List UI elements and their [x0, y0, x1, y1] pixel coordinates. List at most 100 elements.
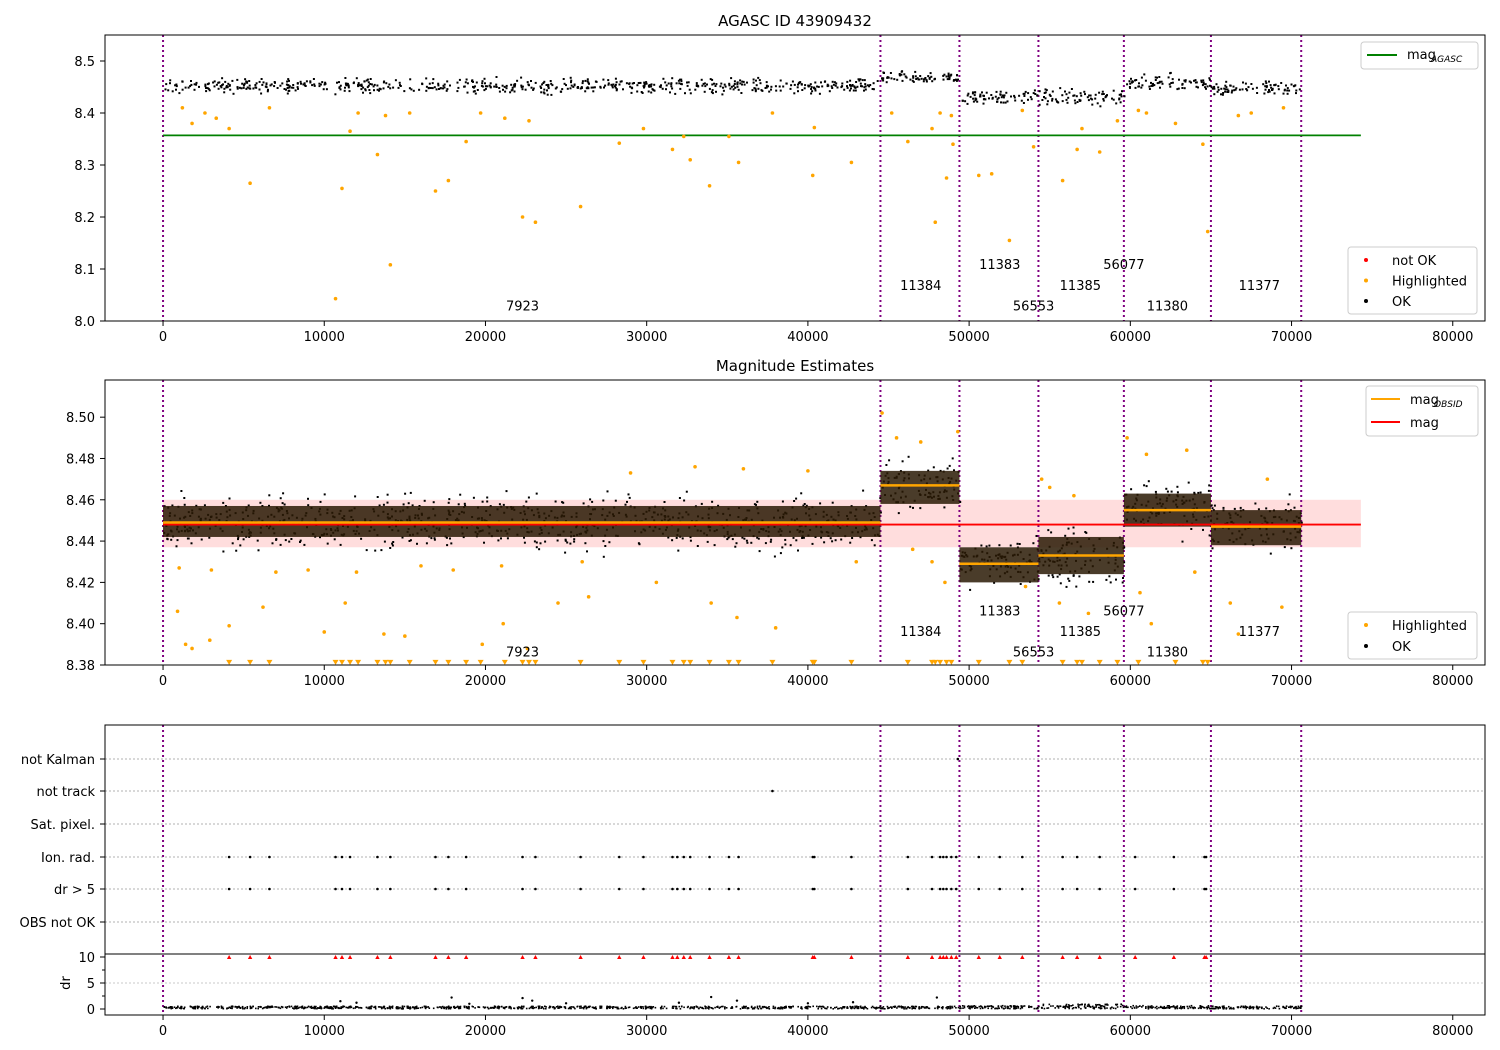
- flag-point: [945, 887, 948, 891]
- ok-point: [730, 85, 733, 88]
- dr-point: [805, 1007, 808, 1010]
- ok-point: [222, 501, 225, 504]
- dr-point: [189, 1005, 192, 1008]
- dr-point: [498, 1005, 500, 1008]
- dr-clipped-marker: [736, 955, 741, 959]
- ok-point: [213, 85, 216, 88]
- ok-point: [893, 78, 896, 81]
- dr-axis-label: dr: [59, 976, 74, 990]
- ok-point: [190, 542, 193, 545]
- highlighted-point: [628, 471, 633, 475]
- ok-point: [449, 84, 451, 87]
- ok-point: [746, 541, 749, 544]
- obsid-label: 56077: [1103, 604, 1144, 619]
- ok-point: [1269, 84, 1272, 87]
- flag-point: [942, 887, 945, 891]
- dr-point: [205, 1006, 207, 1008]
- dr-point: [552, 1006, 554, 1009]
- highlighted-point: [1193, 570, 1197, 574]
- dr-point: [1066, 1005, 1068, 1008]
- ok-point: [1204, 83, 1207, 86]
- ok-point: [501, 84, 504, 87]
- ok-point: [398, 81, 401, 84]
- ok-point: [769, 540, 772, 543]
- lower-limit-marker: [577, 659, 584, 665]
- dr-point: [1084, 1007, 1087, 1009]
- dr-point: [686, 1006, 689, 1009]
- ok-point: [931, 80, 934, 83]
- x-tick-label: 30000: [626, 1024, 667, 1039]
- ok-point: [896, 78, 899, 81]
- lower-limit-marker: [247, 659, 254, 665]
- ok-point: [1032, 542, 1035, 545]
- ok-point: [768, 90, 771, 93]
- dr-point: [567, 1007, 570, 1010]
- x-tick-label: 10000: [304, 1024, 345, 1039]
- highlighted-point: [989, 172, 994, 176]
- obsid-label: 56077: [1103, 258, 1144, 273]
- dr-point: [265, 1006, 267, 1008]
- ok-point: [1074, 102, 1077, 105]
- flag-point: [464, 887, 468, 891]
- ok-point: [509, 91, 512, 94]
- highlighted-point: [1228, 601, 1233, 605]
- ok-point: [1190, 81, 1192, 84]
- ok-point: [1059, 87, 1062, 90]
- dr-point: [937, 1006, 939, 1008]
- dr-point: [790, 1007, 792, 1009]
- ok-point: [271, 542, 274, 545]
- ok-point: [866, 84, 869, 87]
- ok-point: [972, 97, 975, 100]
- highlighted-point: [930, 126, 934, 131]
- dr-point: [271, 1006, 274, 1008]
- ok-point: [183, 503, 186, 506]
- ok-point: [1150, 84, 1153, 87]
- dr-point: [165, 1006, 167, 1009]
- lower-limit-marker: [735, 659, 742, 665]
- dr-point: [594, 1007, 596, 1009]
- ok-point: [933, 78, 936, 81]
- dr-point: [739, 1008, 742, 1010]
- ok-point: [364, 89, 367, 92]
- dr-point: [1147, 1006, 1150, 1008]
- ok-point: [602, 540, 605, 543]
- ok-point: [1066, 101, 1069, 104]
- ok-point: [722, 86, 724, 89]
- dr-point: [1249, 1007, 1251, 1010]
- dr-point: [317, 1007, 319, 1009]
- dr-point: [606, 1007, 609, 1010]
- ok-point: [1283, 89, 1286, 92]
- dr-point: [332, 1005, 335, 1008]
- legend-point-swatch: [1364, 258, 1368, 262]
- dr-point: [260, 1006, 262, 1008]
- ok-point: [175, 83, 178, 86]
- dr-point: [663, 1005, 666, 1008]
- highlighted-point: [1205, 229, 1210, 234]
- dr-point: [231, 1007, 233, 1010]
- ok-point: [1005, 91, 1008, 94]
- dr-point: [519, 1006, 521, 1009]
- ok-point: [1022, 102, 1025, 104]
- ok-point: [445, 536, 448, 539]
- x-tick-label: 60000: [1110, 330, 1151, 345]
- ok-point: [170, 538, 173, 541]
- ok-point: [810, 88, 813, 90]
- ok-point: [726, 538, 729, 541]
- x-tick-label: 80000: [1432, 1024, 1473, 1039]
- ok-point: [213, 80, 216, 83]
- highlighted-point: [478, 111, 483, 115]
- ok-point: [554, 500, 557, 503]
- dr-point: [1295, 1005, 1297, 1008]
- ok-point: [1018, 94, 1021, 97]
- ok-point: [1118, 97, 1121, 100]
- highlighted-point: [451, 568, 456, 572]
- ok-point: [1067, 577, 1070, 580]
- dr-clipped-marker: [617, 955, 622, 959]
- ok-point: [1200, 79, 1203, 82]
- ok-point: [627, 493, 630, 496]
- ok-point: [580, 87, 583, 89]
- ok-point: [1038, 103, 1041, 106]
- ok-point: [593, 86, 596, 89]
- ok-point: [345, 83, 348, 86]
- ok-point: [589, 498, 592, 501]
